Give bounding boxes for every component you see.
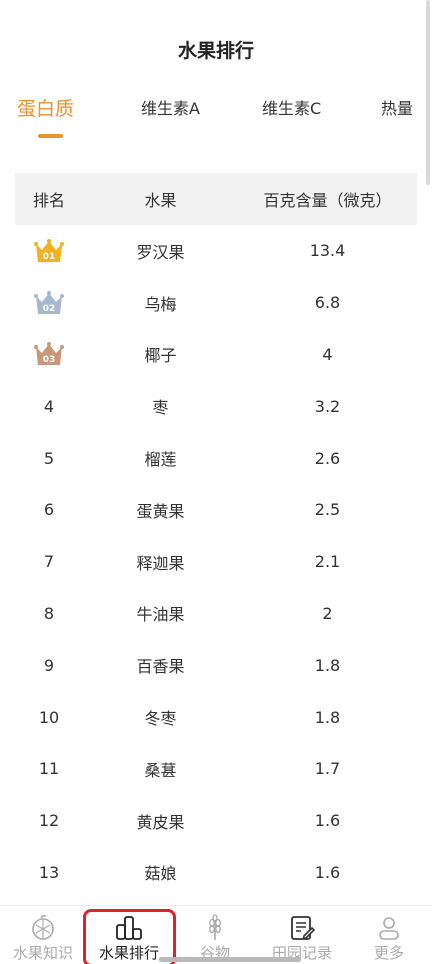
rank-cell: 5 [43,448,55,468]
svg-text:01: 01 [43,252,56,262]
silver-crown-icon: 02 [34,290,64,314]
fruit-value: 1.6 [314,811,341,831]
fruit-value: 6.8 [314,293,341,313]
svg-text:03: 03 [43,355,56,365]
gold-crown-icon: 01 [34,238,64,262]
svg-text:02: 02 [43,304,56,314]
tab-protein[interactable]: 蛋白质 [17,92,74,126]
rank-cell: 03 [15,341,83,367]
fruit-value: 1.7 [314,759,341,779]
nav-fruit-knowledge[interactable]: 水果知识 [0,906,86,964]
table-row[interactable]: 12 黄皮果 1.6 [15,795,417,847]
table-header: 排名 水果 百克含量（微克） [15,173,417,225]
home-indicator [159,957,301,962]
nav-garden-records[interactable]: 田园记录 [259,906,345,964]
fruit-name: 椰子 [144,346,177,366]
fruit-value: 2 [322,603,333,623]
user-more-icon [379,917,399,940]
rank-cell: 12 [38,811,60,831]
rank-cell: 10 [38,707,60,727]
rank-cell: 02 [15,290,83,316]
table-row[interactable]: 5 榴莲 2.6 [15,432,417,484]
table-row[interactable]: 8 牛油果 2 [15,588,417,640]
rank-cell: 6 [43,500,55,520]
header-fruit: 水果 [144,191,177,210]
fruit-name: 罗汉果 [136,242,185,262]
fruit-knowledge-icon [32,914,54,940]
fruit-value: 1.6 [314,862,341,882]
tab-vitamin-c[interactable]: 维生素C [262,92,321,126]
bottom-nav: 水果知识 水果排行 谷物 田园记录 更多 [0,905,432,964]
fruit-name: 释迦果 [136,553,185,573]
rank-cell: 4 [43,396,55,416]
fruit-name: 桑葚 [144,760,177,780]
table-row[interactable]: 4 枣 3.2 [15,380,417,432]
fruit-value: 4 [322,344,333,364]
table-row[interactable]: 03 椰子 4 [15,329,417,381]
ranking-table: 排名 水果 百克含量（微克） 01 罗汉果 13.4 02 乌梅 6.8 03 … [15,173,417,898]
rank-cell: 13 [38,862,60,882]
fruit-name: 黄皮果 [136,812,185,832]
note-edit-icon [291,916,316,940]
rank-cell: 9 [43,655,55,675]
rank-cell: 8 [43,603,55,623]
table-row[interactable]: 11 桑葚 1.7 [15,743,417,795]
rank-cell: 01 [15,238,83,264]
wheat-icon [209,914,221,940]
page-title: 水果排行 [177,40,254,62]
bronze-crown-icon: 03 [34,342,64,366]
table-row[interactable]: 7 释迦果 2.1 [15,536,417,588]
table-row[interactable]: 13 菇娘 1.6 [15,847,417,899]
fruit-value: 1.8 [314,655,341,675]
nav-label: 水果知识 [12,944,73,962]
fruit-value: 13.4 [309,241,346,261]
fruit-name: 百香果 [136,657,185,677]
header-rank: 排名 [32,191,65,210]
fruit-name: 乌梅 [144,294,177,314]
active-tab-highlight [83,909,176,964]
nav-label: 更多 [373,944,404,962]
tab-calories[interactable]: 热量 [381,92,413,126]
fruit-name: 菇娘 [144,864,177,884]
fruit-name: 牛油果 [136,605,185,625]
fruit-value: 1.8 [314,707,341,727]
header-amount: 百克含量（微克） [263,191,392,210]
table-row[interactable]: 02 乌梅 6.8 [15,277,417,329]
fruit-name: 枣 [152,398,169,418]
rank-cell: 11 [38,759,60,779]
table-row[interactable]: 10 冬枣 1.8 [15,691,417,743]
fruit-value: 2.5 [314,500,341,520]
table-row[interactable]: 6 蛋黄果 2.5 [15,484,417,536]
nav-grains[interactable]: 谷物 [172,906,258,964]
table-row[interactable]: 01 罗汉果 13.4 [15,225,417,277]
fruit-value: 2.1 [314,552,341,572]
fruit-name: 冬枣 [144,709,177,729]
fruit-name: 蛋黄果 [136,501,185,521]
fruit-name: 榴莲 [144,450,177,470]
active-tab-indicator [38,134,63,138]
rank-cell: 7 [43,552,55,572]
fruit-value: 3.2 [314,396,341,416]
nav-more[interactable]: 更多 [346,906,432,964]
tab-vitamin-a[interactable]: 维生素A [141,92,200,126]
table-row[interactable]: 9 百香果 1.8 [15,639,417,691]
category-tabs: 蛋白质 维生素A 维生素C 热量 [0,92,432,142]
fruit-value: 2.6 [314,448,341,468]
